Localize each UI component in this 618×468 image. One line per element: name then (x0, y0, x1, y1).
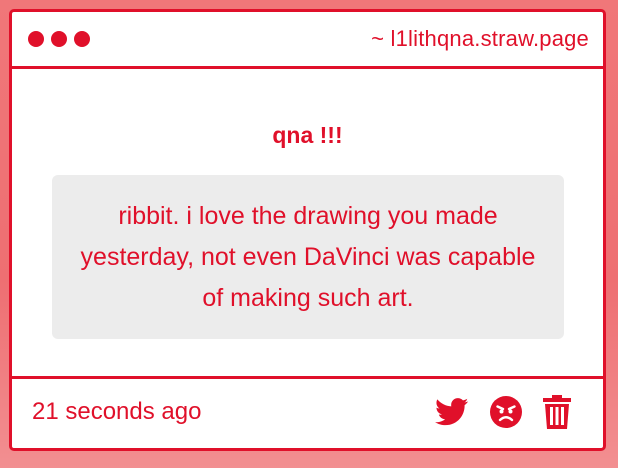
post-actions (435, 395, 571, 429)
window-titlebar: ~ l1lithqna.straw.page (12, 12, 603, 69)
page-url[interactable]: ~ l1lithqna.straw.page (371, 26, 589, 52)
post-content: qna !!! ribbit. i love the drawing you m… (12, 69, 603, 379)
post-footer: 21 seconds ago (12, 379, 603, 445)
timestamp: 21 seconds ago (32, 398, 202, 425)
trash-icon[interactable] (543, 395, 571, 429)
window-controls (28, 31, 90, 47)
post-title: qna !!! (272, 122, 343, 148)
twitter-icon[interactable] (435, 398, 469, 426)
message-box: ribbit. i love the drawing you made yest… (52, 175, 564, 339)
window-dot-3[interactable] (74, 31, 90, 47)
angry-face-icon[interactable] (489, 395, 523, 429)
window-dot-1[interactable] (28, 31, 44, 47)
message-text: ribbit. i love the drawing you made yest… (80, 201, 536, 312)
window-dot-2[interactable] (51, 31, 67, 47)
post-card: ~ l1lithqna.straw.page qna !!! ribbit. i… (9, 9, 606, 451)
